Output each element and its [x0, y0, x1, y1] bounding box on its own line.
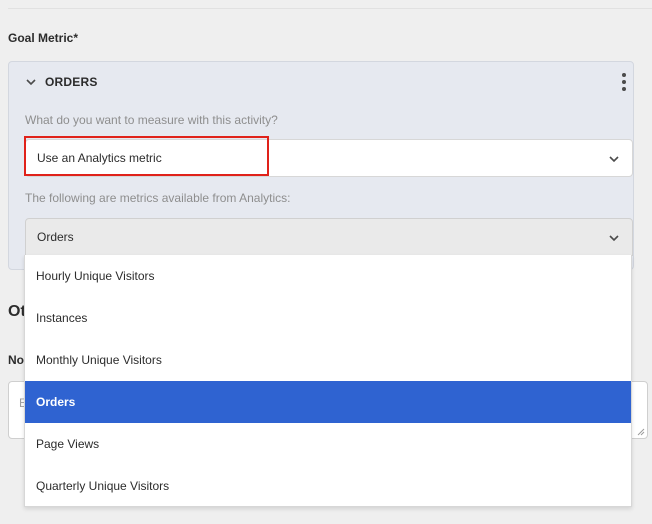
resize-grip-icon[interactable]: [637, 428, 645, 436]
highlight-annotation-box: [24, 136, 269, 176]
measure-question: What do you want to measure with this ac…: [25, 113, 278, 127]
dropdown-option[interactable]: Instances: [25, 297, 631, 339]
dropdown-option[interactable]: Hourly Unique Visitors: [25, 255, 631, 297]
chevron-down-icon: [609, 156, 619, 163]
dropdown-option-selected[interactable]: Orders: [25, 381, 631, 423]
dropdown-option[interactable]: Monthly Unique Visitors: [25, 339, 631, 381]
more-vertical-icon[interactable]: [618, 71, 630, 93]
dropdown-option[interactable]: Page Views: [25, 423, 631, 465]
metrics-hint: The following are metrics available from…: [25, 191, 291, 205]
goal-metric-label: Goal Metric*: [8, 31, 79, 45]
chevron-down-icon: [609, 235, 619, 242]
notes-label: No: [8, 353, 24, 367]
metric-select[interactable]: Orders: [25, 218, 633, 256]
dropdown-option[interactable]: Quarterly Unique Visitors: [25, 465, 631, 507]
metric-dropdown-list: Hourly Unique Visitors Instances Monthly…: [24, 255, 632, 507]
card-header[interactable]: ORDERS: [25, 74, 98, 90]
top-divider: [8, 8, 652, 9]
chevron-down-icon[interactable]: [25, 76, 37, 88]
card-title: ORDERS: [45, 75, 98, 89]
metric-select-value: Orders: [37, 230, 74, 244]
